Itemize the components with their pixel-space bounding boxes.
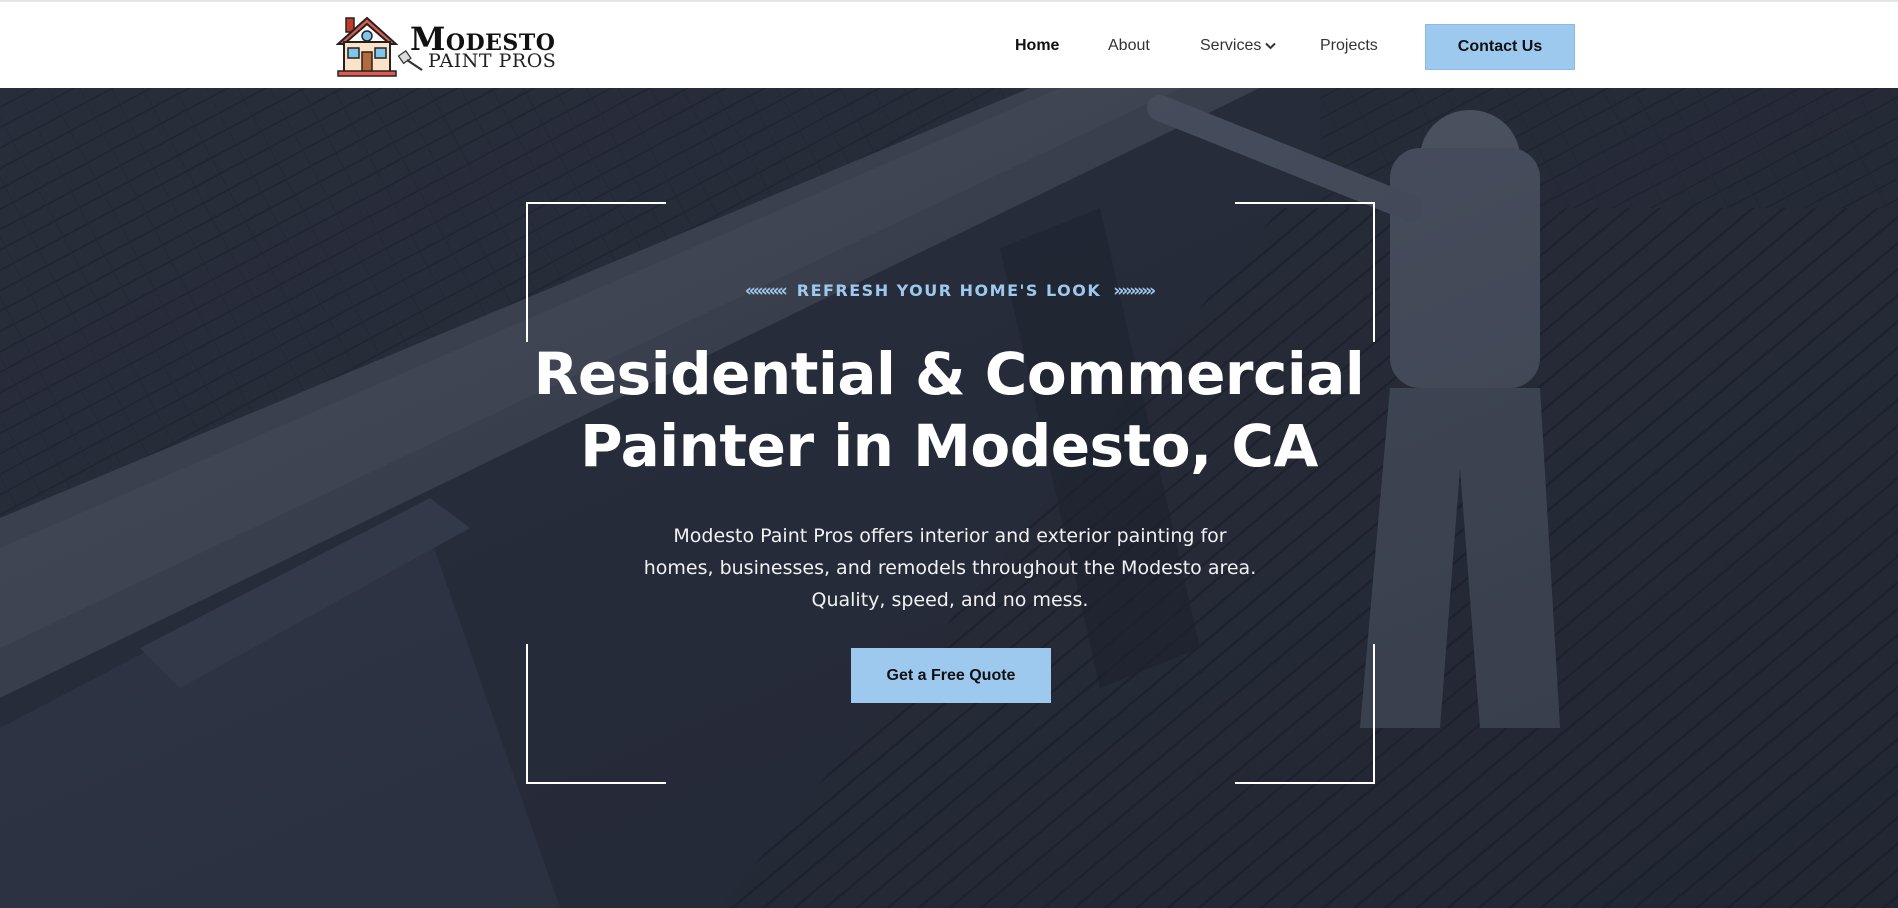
brand-name-line2: PAINT PROS [428, 50, 557, 72]
frame-corner-top-left [526, 202, 666, 342]
house-icon [336, 16, 398, 77]
right-arrows-icon: »»»»» [1113, 281, 1156, 301]
hero-eyebrow-text: REFRESH YOUR HOME'S LOOK [796, 281, 1102, 300]
hero-background-image [0, 88, 1898, 908]
site-logo[interactable]: Modesto PAINT PROS [336, 14, 566, 78]
hero-title-line1: Residential & Commercial [533, 340, 1365, 408]
hero-title-line2: Painter in Modesto, CA [580, 412, 1318, 480]
left-arrows-icon: ««««« [744, 281, 788, 301]
frame-corner-top-right [1235, 202, 1375, 342]
chevron-down-icon [1265, 42, 1277, 50]
hero-description: Modesto Paint Pros offers interior and e… [643, 525, 1257, 611]
nav-services-label: Services [1200, 37, 1262, 54]
nav-about[interactable]: About [1108, 37, 1150, 55]
hero-section: ««««« REFRESH YOUR HOME'S LOOK »»»»» Resid… [0, 88, 1898, 908]
hero-title: Residential & Commercial Painter in Mode… [0, 338, 1898, 482]
contact-us-button[interactable]: Contact Us [1425, 24, 1575, 70]
nav-services[interactable]: Services [1200, 37, 1277, 55]
site-header: Modesto PAINT PROS Home About Services P… [0, 0, 1898, 88]
frame-corner-bottom-left [526, 644, 666, 784]
frame-corner-bottom-right [1235, 644, 1375, 784]
nav-projects[interactable]: Projects [1320, 37, 1378, 55]
hero-eyebrow: ««««« REFRESH YOUR HOME'S LOOK »»»»» [0, 281, 1898, 301]
get-free-quote-button[interactable]: Get a Free Quote [851, 648, 1051, 703]
nav-home[interactable]: Home [1015, 37, 1059, 55]
